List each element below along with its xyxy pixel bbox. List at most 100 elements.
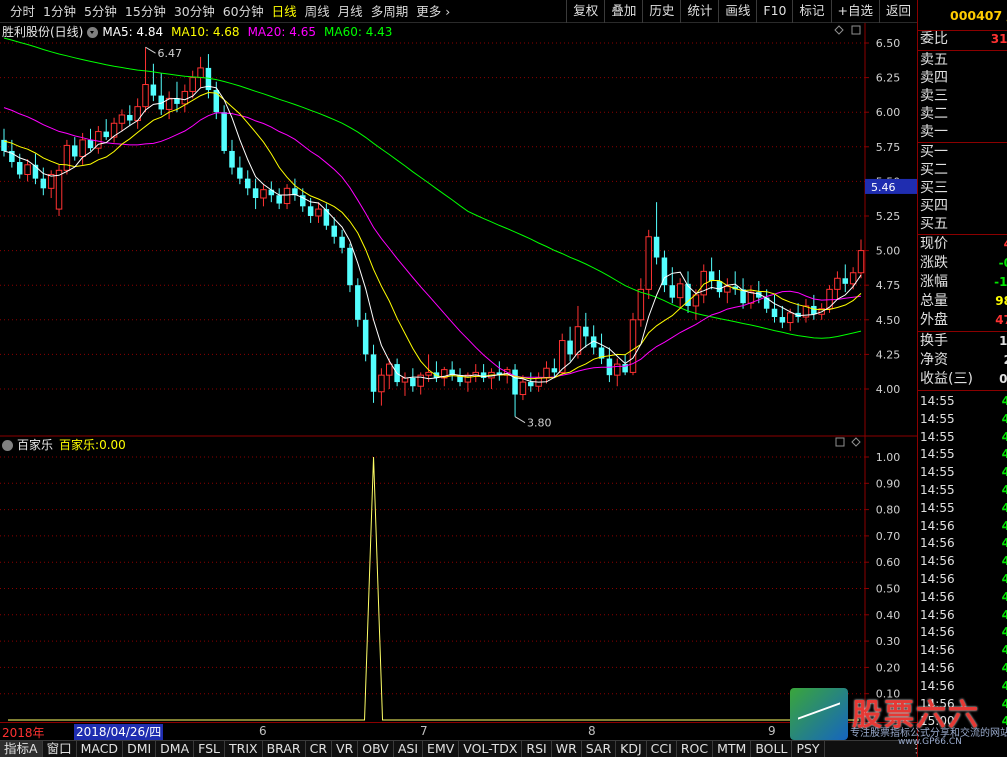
tool-button-6[interactable]: 标记 bbox=[792, 0, 830, 23]
month-8: 8 bbox=[588, 724, 596, 738]
tick-value: 4 bbox=[1002, 481, 1007, 499]
stat-row-2-label: 涨幅 bbox=[920, 274, 948, 290]
tool-button-3[interactable]: 统计 bbox=[680, 0, 718, 23]
indicator-tab-0[interactable]: 指标A bbox=[0, 741, 43, 757]
period-tab-10[interactable]: 更多 bbox=[412, 0, 454, 23]
candle-body-up bbox=[834, 277, 841, 290]
chart-area[interactable]: 6.506.256.005.755.505.255.004.754.504.25… bbox=[0, 23, 917, 722]
tick-value: 4 bbox=[1002, 428, 1007, 446]
indicator-tab-4[interactable]: DMA bbox=[156, 741, 195, 757]
indicator-tab-9[interactable]: VR bbox=[332, 741, 359, 757]
stock-name: 胜利股份(日线) bbox=[2, 25, 84, 39]
indicator-tab-15[interactable]: WR bbox=[552, 741, 582, 757]
period-tab-8[interactable]: 月线 bbox=[334, 0, 367, 23]
indicator-tab-7[interactable]: BRAR bbox=[263, 741, 306, 757]
indicator-tab-18[interactable]: CCI bbox=[647, 741, 677, 757]
indicator-tab-21[interactable]: BOLL bbox=[751, 741, 793, 757]
candle-body-down bbox=[583, 326, 589, 337]
period-tab-3[interactable]: 15分钟 bbox=[121, 0, 170, 23]
indicator-tab-13[interactable]: VOL-TDX bbox=[459, 741, 523, 757]
indicator-tab-11[interactable]: ASI bbox=[394, 741, 424, 757]
indicator-dropdown-icon[interactable] bbox=[2, 439, 13, 451]
period-tab-0[interactable]: 分时 bbox=[6, 0, 39, 23]
tick-row-12: 14:56 4 bbox=[918, 606, 1007, 624]
indicator-tab-10[interactable]: OBV bbox=[358, 741, 394, 757]
indicator-tab-5[interactable]: FSL bbox=[194, 741, 226, 757]
high-marker-label: 6.47 bbox=[158, 47, 183, 60]
tool-button-8[interactable]: 返回 bbox=[878, 0, 917, 23]
price-tick-label: 4.25 bbox=[876, 348, 901, 361]
tick-row-7: 14:56 4 bbox=[918, 517, 1007, 535]
candle-body-down bbox=[669, 285, 676, 298]
tick-time: 14:55 bbox=[920, 465, 955, 480]
indicator-tab-2[interactable]: MACD bbox=[77, 741, 124, 757]
sell-row-0-label: 卖五 bbox=[920, 52, 948, 68]
indicator-tabs: 指标A 窗口 MACD DMI DMA FSL TRIX BRAR CR VR OBV ASI EMV V… bbox=[0, 740, 917, 757]
buy-row-0: 买一 bbox=[918, 144, 1007, 162]
period-tab-1[interactable]: 1分钟 bbox=[39, 0, 80, 23]
period-tab-9[interactable]: 多周期 bbox=[367, 0, 413, 23]
indicator-tab-14[interactable]: RSI bbox=[522, 741, 552, 757]
candle-body-down bbox=[16, 162, 23, 175]
indicator-tab-19[interactable]: ROC bbox=[677, 741, 714, 757]
tool-button-2[interactable]: 历史 bbox=[642, 0, 680, 23]
tick-time: 14:55 bbox=[920, 500, 955, 515]
period-toolbar: 分时1分钟5分钟15分钟30分钟60分钟日线周线月线多周期更多 复权叠加历史统计… bbox=[0, 0, 917, 23]
period-tab-5[interactable]: 60分钟 bbox=[219, 0, 268, 23]
period-tab-4[interactable]: 30分钟 bbox=[170, 0, 219, 23]
tool-button-4[interactable]: 画线 bbox=[718, 0, 756, 23]
tick-time: 14:56 bbox=[920, 536, 955, 551]
price-tick-label: 6.25 bbox=[876, 72, 901, 85]
indicator-tab-20[interactable]: MTM bbox=[713, 741, 752, 757]
tool-button-7[interactable]: +自选 bbox=[830, 0, 879, 23]
price-tick-label: 6.00 bbox=[876, 106, 901, 119]
quote-panel: 000407 胜 委比 31. 卖五卖四卖三卖二卖一买一买二买三买四买五现价 4 涨跌 -… bbox=[917, 0, 1007, 757]
tool-button-1[interactable]: 叠加 bbox=[604, 0, 642, 23]
tick-row-6: 14:55 4 bbox=[918, 499, 1007, 517]
period-tab-6[interactable]: 日线 bbox=[268, 0, 301, 23]
candle-body-down bbox=[771, 308, 778, 318]
indicator-tab-22[interactable]: PSY bbox=[792, 741, 825, 757]
indicator-tab-8[interactable]: CR bbox=[306, 741, 333, 757]
indicator-tab-3[interactable]: DMI bbox=[123, 741, 157, 757]
indicator-tab-17[interactable]: KDJ bbox=[616, 741, 647, 757]
tick-time: 14:56 bbox=[920, 625, 955, 640]
year-label: 2018年 bbox=[2, 726, 45, 740]
indicator-tick-label: 1.00 bbox=[876, 451, 901, 464]
tick-value: 4 bbox=[1002, 623, 1007, 641]
candle-body-down bbox=[480, 372, 487, 378]
candle-body-down bbox=[87, 139, 94, 149]
stat2-row-1: 净资 2 bbox=[918, 352, 1007, 371]
panel-separator bbox=[918, 142, 1007, 143]
indicator-tab-1[interactable]: 窗口 bbox=[43, 741, 77, 757]
ma60-line bbox=[3, 37, 862, 339]
indicator-tick-label: 0.70 bbox=[876, 530, 901, 543]
candle-body-up bbox=[425, 371, 432, 376]
tick-row-4: 14:55 4 bbox=[918, 463, 1007, 481]
tool-button-0[interactable]: 复权 bbox=[566, 0, 604, 23]
ratio-row: 委比 31. bbox=[918, 31, 1007, 50]
month-6: 6 bbox=[259, 724, 267, 738]
tick-value: 4 bbox=[1002, 534, 1007, 552]
candle-body-up bbox=[543, 367, 550, 379]
stock-code[interactable]: 000407 胜 bbox=[918, 0, 1007, 31]
candle-body-up bbox=[181, 90, 189, 105]
buy-row-3-label: 买四 bbox=[920, 198, 948, 214]
tool-button-5[interactable]: F10 bbox=[756, 0, 792, 23]
dropdown-circle-icon[interactable] bbox=[87, 26, 99, 38]
period-tab-7[interactable]: 周线 bbox=[301, 0, 334, 23]
indicator-tab-12[interactable]: EMV bbox=[423, 741, 460, 757]
candle-body-up bbox=[55, 169, 63, 210]
indicator-tab-16[interactable]: SAR bbox=[582, 741, 617, 757]
candle-body-up bbox=[849, 272, 857, 285]
indicator-tab-6[interactable]: TRIX bbox=[225, 741, 263, 757]
period-tab-2[interactable]: 5分钟 bbox=[80, 0, 121, 23]
indicator-tick-label: 0.90 bbox=[876, 477, 901, 490]
candle-body-down bbox=[370, 354, 377, 392]
sell-row-2: 卖三 bbox=[918, 88, 1007, 106]
candle-body-down bbox=[323, 209, 330, 226]
candle-body-down bbox=[528, 382, 534, 387]
tick-time: 14:55 bbox=[920, 483, 955, 497]
candle-body-down bbox=[307, 206, 314, 216]
panel-separator bbox=[918, 50, 1007, 51]
